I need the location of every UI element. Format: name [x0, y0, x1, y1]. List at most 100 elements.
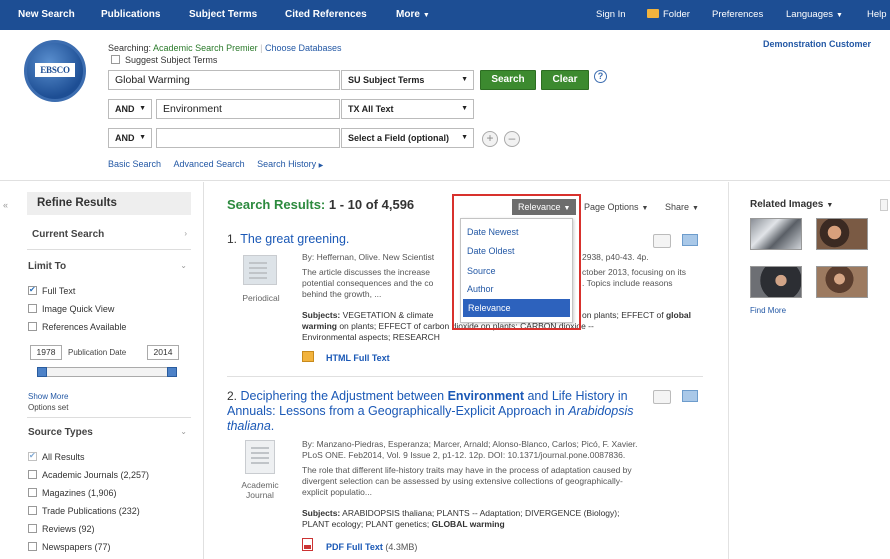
add-row-icon[interactable]: +: [482, 131, 498, 147]
limit-references-available[interactable]: References Available: [28, 322, 126, 332]
operator-select-3[interactable]: AND ▼: [108, 128, 152, 148]
dropdown-arrow-icon: ▼: [139, 105, 146, 112]
search-history-link[interactable]: Search History ▶: [257, 159, 323, 169]
collapse-right-icon[interactable]: [880, 199, 888, 211]
html-full-text-link[interactable]: HTML Full Text: [326, 353, 390, 363]
caret-down-icon: ▼: [836, 12, 843, 19]
sort-date-oldest[interactable]: Date Oldest: [467, 246, 515, 256]
sort-author[interactable]: Author: [467, 284, 494, 294]
result-1-title[interactable]: 1. The great greening.: [227, 232, 349, 247]
magazines-checkbox[interactable]: [28, 488, 37, 497]
field-select-2[interactable]: TX All Text ▼: [341, 99, 474, 119]
preview-icon[interactable]: [653, 234, 671, 248]
nav-cited-references[interactable]: Cited References: [285, 0, 367, 30]
current-search-section[interactable]: Current Search ›: [32, 229, 191, 240]
date-to-input[interactable]: 2014: [147, 345, 179, 360]
nav-new-search[interactable]: New Search: [18, 0, 75, 30]
searching-line: Searching: Academic Search Premier | Cho…: [108, 43, 342, 53]
nav-more[interactable]: More ▼: [396, 0, 430, 30]
result-1-subjects-3: Environmental aspects; RESEARCH: [302, 332, 440, 342]
sign-in-link[interactable]: Sign In: [596, 0, 626, 30]
reviews-checkbox[interactable]: [28, 524, 37, 533]
slider-handle-left[interactable]: [37, 367, 47, 377]
result-2-type-2: Journal: [246, 490, 274, 500]
nav-publications[interactable]: Publications: [101, 0, 160, 30]
show-more-link[interactable]: Show More: [28, 392, 68, 401]
ebsco-logo[interactable]: EBSCO: [24, 40, 86, 102]
result-2-title[interactable]: 2. Deciphering the Adjustment between En…: [227, 389, 647, 434]
collapse-left-icon[interactable]: «: [3, 200, 8, 210]
suggest-checkbox[interactable]: [111, 55, 120, 64]
pdf-full-text-link[interactable]: PDF Full Text (4.3MB): [326, 542, 417, 552]
search-input-1[interactable]: Global Warming: [108, 70, 340, 90]
source-trade-publications[interactable]: Trade Publications (232): [28, 506, 140, 516]
header-divider: [0, 180, 890, 181]
search-button[interactable]: Search: [480, 70, 536, 90]
result-divider: [227, 376, 703, 377]
languages-menu[interactable]: Languages ▼: [786, 0, 843, 30]
left-divider: [203, 182, 204, 559]
preferences-link[interactable]: Preferences: [712, 0, 763, 30]
top-nav: New Search Publications Subject Terms Ci…: [0, 0, 890, 30]
result-2-abstract-1: The role that different life-history tra…: [302, 465, 632, 475]
all-results-checkbox[interactable]: [28, 452, 37, 461]
date-from-input[interactable]: 1978: [30, 345, 62, 360]
source-academic-journals[interactable]: Academic Journals (2,257): [28, 470, 149, 480]
chevron-down-icon: ⌄: [180, 427, 187, 436]
remove-row-icon[interactable]: –: [504, 131, 520, 147]
chevron-right-icon: ›: [184, 229, 187, 238]
add-to-folder-icon[interactable]: [682, 234, 698, 246]
result-1-abstract-3: behind the growth, ...: [302, 289, 382, 299]
nav-subject-terms[interactable]: Subject Terms: [189, 0, 257, 30]
related-image-1[interactable]: [750, 218, 802, 250]
field-select-1[interactable]: SU Subject Terms ▼: [341, 70, 474, 90]
limit-to-section[interactable]: Limit To ⌄: [28, 261, 191, 272]
field-select-3[interactable]: Select a Field (optional) ▼: [341, 128, 474, 148]
choose-databases-link[interactable]: Choose Databases: [265, 43, 342, 53]
full-text-checkbox[interactable]: [28, 286, 37, 295]
suggest-subject-terms[interactable]: Suggest Subject Terms: [111, 55, 217, 65]
slider-handle-right[interactable]: [167, 367, 177, 377]
find-more-link[interactable]: Find More: [750, 306, 786, 315]
clear-button[interactable]: Clear: [541, 70, 589, 90]
source-types-section[interactable]: Source Types ⌄: [28, 427, 191, 438]
related-image-4[interactable]: [816, 266, 868, 298]
help-link[interactable]: Help: [867, 0, 887, 30]
date-slider[interactable]: [37, 367, 177, 377]
search-input-2[interactable]: Environment: [156, 99, 340, 119]
search-header: EBSCO Searching: Academic Search Premier…: [0, 30, 890, 180]
academic-journals-checkbox[interactable]: [28, 470, 37, 479]
page-options-menu[interactable]: Page Options ▼: [584, 202, 648, 212]
source-reviews[interactable]: Reviews (92): [28, 524, 95, 534]
search-input-3[interactable]: [156, 128, 340, 148]
related-images-header[interactable]: Related Images ▼: [750, 199, 833, 210]
preview-icon[interactable]: [653, 390, 671, 404]
source-newspapers[interactable]: Newspapers (77): [28, 542, 111, 552]
add-to-folder-icon[interactable]: [682, 390, 698, 402]
related-image-2[interactable]: [816, 218, 868, 250]
trade-publications-checkbox[interactable]: [28, 506, 37, 515]
operator-select-2[interactable]: AND ▼: [108, 99, 152, 119]
related-image-3[interactable]: [750, 266, 802, 298]
sort-source[interactable]: Source: [467, 266, 496, 276]
share-menu[interactable]: Share ▼: [665, 202, 699, 212]
limit-image-quick-view[interactable]: Image Quick View: [28, 304, 114, 314]
image-quick-view-checkbox[interactable]: [28, 304, 37, 313]
help-icon[interactable]: ?: [594, 70, 607, 83]
references-checkbox[interactable]: [28, 322, 37, 331]
basic-search-link[interactable]: Basic Search: [108, 159, 161, 169]
search-links: Basic Search Advanced Search Search Hist…: [108, 159, 323, 169]
sort-date-newest[interactable]: Date Newest: [467, 227, 519, 237]
demo-customer-link[interactable]: Demonstration Customer: [763, 39, 871, 49]
newspapers-checkbox[interactable]: [28, 542, 37, 551]
folder-link[interactable]: Folder: [647, 0, 690, 30]
limit-full-text[interactable]: Full Text: [28, 286, 75, 296]
result-1-abstract-1-tail: ctober 2013, focusing on its: [582, 267, 686, 277]
sort-dropdown-menu: Date Newest Date Oldest Source Author Re…: [460, 218, 573, 323]
advanced-search-link[interactable]: Advanced Search: [174, 159, 245, 169]
result-2-abstract-3: explicit populatio...: [302, 487, 372, 497]
sort-relevance[interactable]: Relevance: [463, 299, 570, 317]
chevron-down-icon: ⌄: [180, 261, 187, 270]
source-magazines[interactable]: Magazines (1,906): [28, 488, 117, 498]
source-all-results[interactable]: All Results: [28, 452, 85, 462]
